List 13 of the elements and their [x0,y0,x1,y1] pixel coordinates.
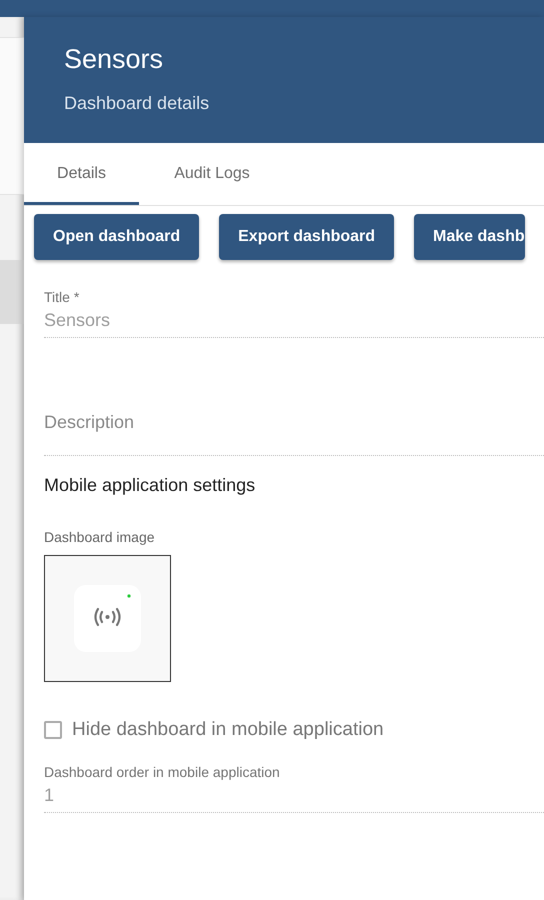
sensor-app-drawing [74,585,141,652]
tab[interactable]: Details [24,143,139,205]
action-button[interactable]: Export dashboard [219,214,394,260]
field-label: Title * [44,288,80,306]
action-button[interactable]: Open dashboard [34,214,200,260]
action-button[interactable]: Make dashb [414,214,525,260]
panel-subtitle: Dashboard details [64,92,210,114]
image-preview[interactable] [44,555,171,682]
section-heading: Mobile application settings [44,474,256,496]
image-label: Dashboard image [44,528,156,546]
tab[interactable]: Audit Logs [139,143,285,205]
panel-title: Sensors [64,43,164,75]
field-label: Dashboard order in mobile application [44,763,281,781]
